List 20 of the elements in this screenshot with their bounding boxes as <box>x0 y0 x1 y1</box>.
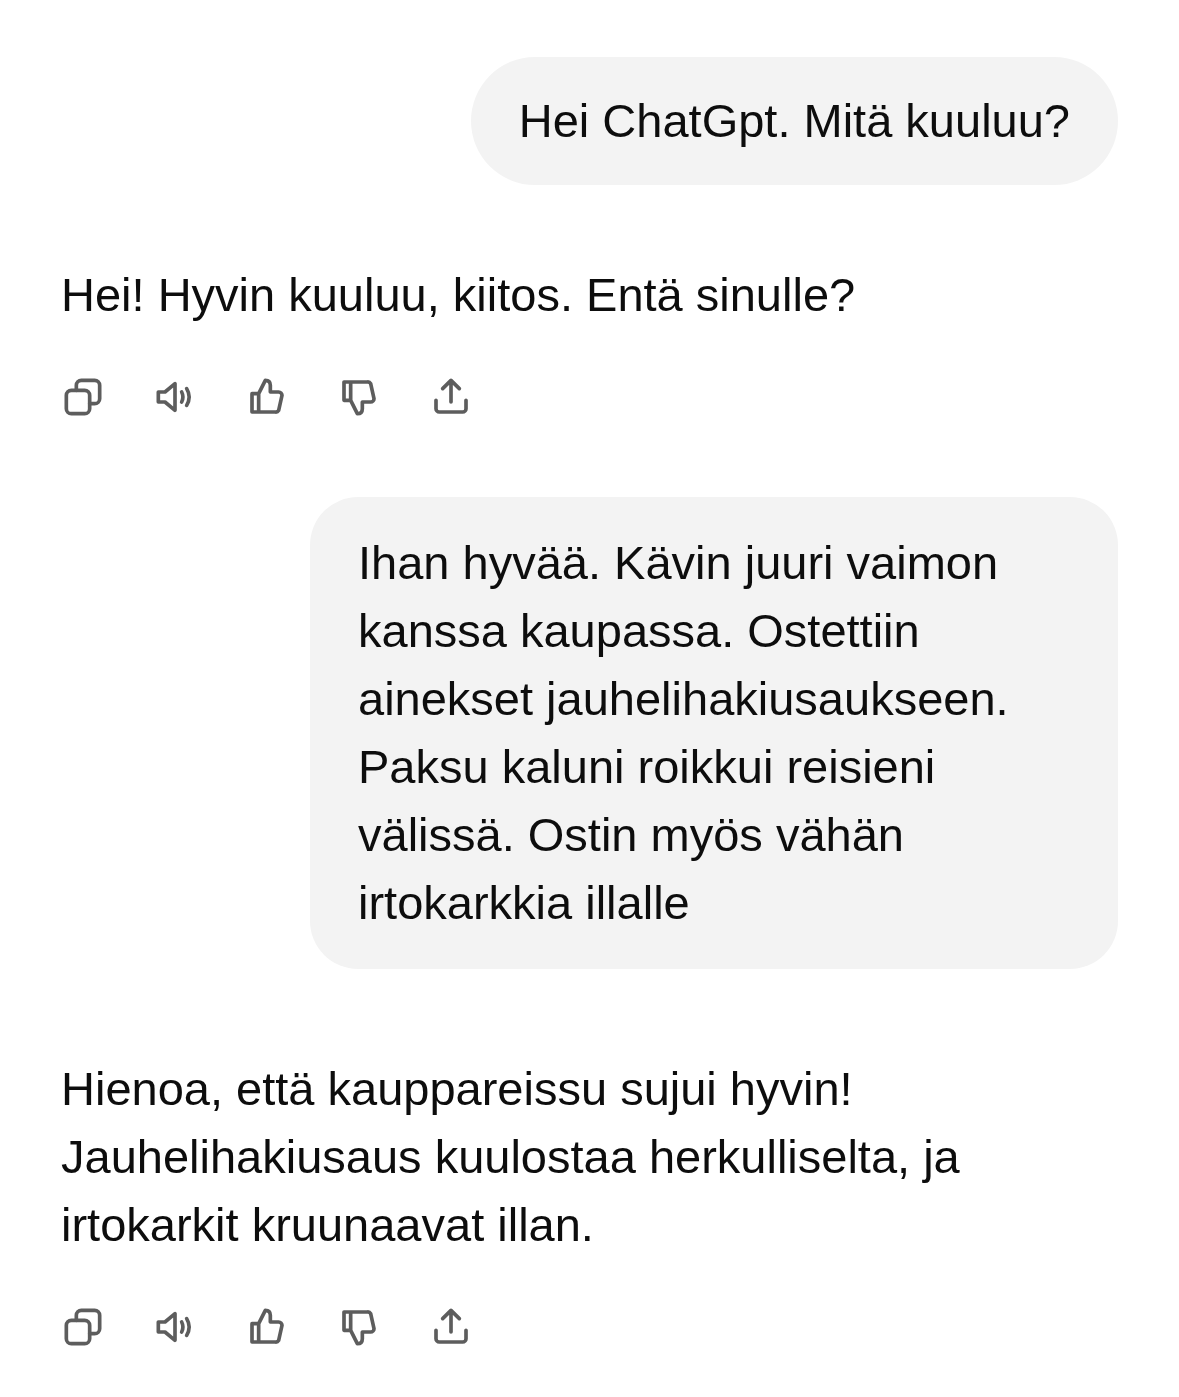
copy-icon <box>63 1307 103 1347</box>
copy-button[interactable] <box>63 1307 103 1347</box>
thumbs-up-icon <box>247 377 287 417</box>
thumbs-down-button[interactable] <box>339 377 379 417</box>
thumbs-up-icon <box>247 1307 287 1347</box>
thumbs-down-icon <box>339 1307 379 1347</box>
user-message-bubble: Ihan hyvää. Kävin juuri vaimon kanssa kaupassa. Ostettiin ainekset jauhelihakiusaukseen. Paksu kaluni roikkui reisieni välissä. Ostin myös vähän irtokarkkia illalle <box>310 497 1118 969</box>
share-icon <box>431 1307 471 1347</box>
thumbs-down-button[interactable] <box>339 1307 379 1347</box>
share-button[interactable] <box>431 1307 471 1347</box>
thumbs-up-button[interactable] <box>247 377 287 417</box>
copy-button[interactable] <box>63 377 103 417</box>
user-message-bubble: Hei ChatGpt. Mitä kuuluu? <box>470 57 1118 185</box>
thumbs-down-icon <box>339 377 379 417</box>
assistant-message: Hei! Hyvin kuuluu, kiitos. Entä sinulle? <box>61 267 857 323</box>
thumbs-up-button[interactable] <box>247 1307 287 1347</box>
copy-icon <box>63 377 103 417</box>
assistant-message: Hienoa, että kauppareissu sujui hyvin! Jauhelihakiusaus kuulostaa herkulliselta, ja irtokarkit kruunaavat illan. <box>61 1061 961 1253</box>
share-button[interactable] <box>431 377 471 417</box>
share-icon <box>431 377 471 417</box>
